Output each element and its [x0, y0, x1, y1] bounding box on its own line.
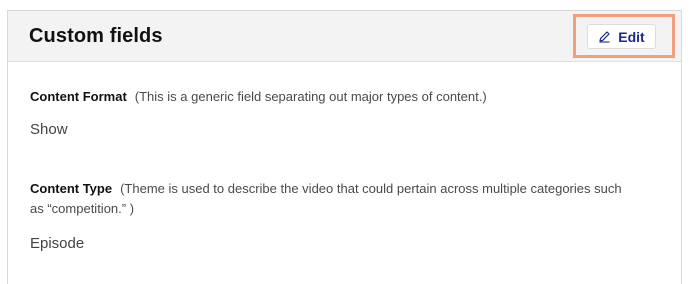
field-description: (This is a generic field separating out … — [134, 89, 487, 104]
pencil-icon — [598, 30, 611, 43]
edit-button-label: Edit — [618, 28, 645, 45]
edit-button[interactable]: Edit — [587, 24, 656, 49]
field-label-line: Content Type (Theme is used to describe t… — [30, 179, 630, 219]
panel-title: Custom fields — [29, 25, 163, 47]
field-name: Content Format — [30, 89, 127, 104]
field-value: Show — [30, 121, 68, 138]
field-label-line: Content Format (This is a generic field s… — [30, 87, 630, 107]
field-content-type: Content Type (Theme is used to describe t… — [30, 179, 630, 252]
custom-fields-panel: Custom fields Edit Content Format (This i… — [7, 10, 682, 284]
field-name: Content Type — [30, 181, 113, 196]
panel-header: Custom fields Edit — [8, 11, 681, 62]
field-description: (Theme is used to describe the video tha… — [30, 181, 622, 216]
field-content-format: Content Format (This is a generic field s… — [30, 87, 630, 138]
field-value: Episode — [30, 235, 85, 252]
